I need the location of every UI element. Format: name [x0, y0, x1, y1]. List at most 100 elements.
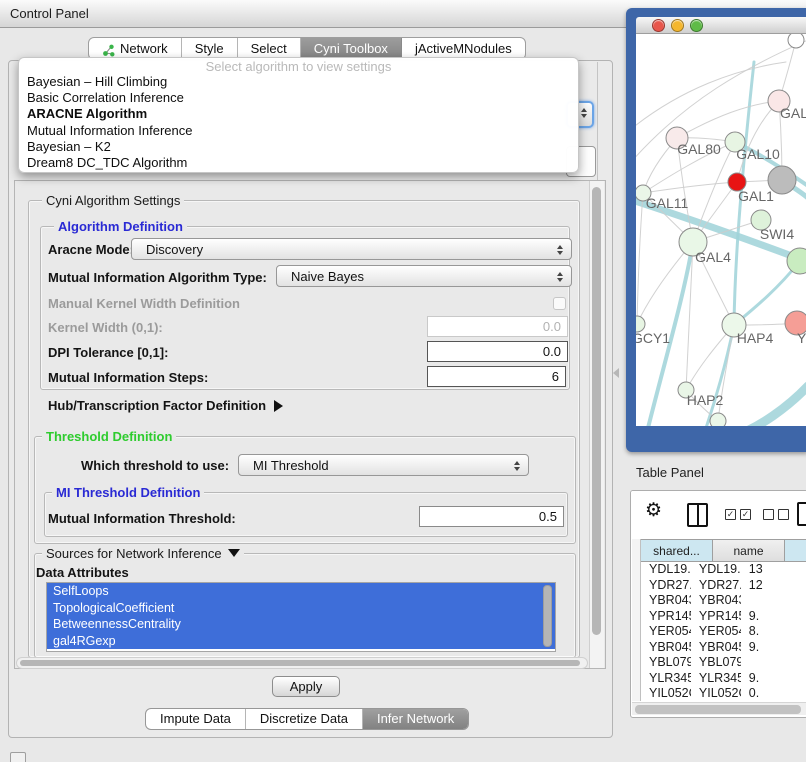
threshold-definition-title: Threshold Definition	[42, 429, 176, 444]
expanded-arrow-icon[interactable]	[228, 549, 240, 557]
table-cell: YBL079W	[641, 655, 691, 671]
unchecked-checkbox-icon[interactable]	[778, 509, 789, 520]
list-scrollbar-thumb[interactable]	[543, 585, 552, 647]
table-cell: YDL19...	[691, 562, 741, 578]
table-gutter	[632, 539, 641, 701]
table-row[interactable]: YBR043CYBR043C	[641, 593, 806, 609]
data-attribute-item[interactable]: BetweennessCentrality	[47, 616, 555, 633]
splitter-grip-icon[interactable]	[613, 368, 619, 378]
table-cell: YBR045C	[641, 640, 691, 656]
algorithm-option[interactable]: Bayesian – Hill Climbing	[19, 74, 578, 90]
dropdown-prompt: Select algorithm to view settings	[19, 60, 578, 74]
tab-impute-data[interactable]: Impute Data	[146, 709, 246, 729]
combo-spinner-icon	[580, 108, 588, 118]
node-label: GAL1	[738, 188, 774, 204]
mi-steps-label: Mutual Information Steps:	[48, 370, 208, 385]
table-toolbar: ⚙ ✓ ✓	[631, 491, 806, 539]
aracne-mode-combo[interactable]: Discovery	[131, 238, 572, 260]
table-row[interactable]: YIL052CYIL052C0.	[641, 686, 806, 701]
tab-cyni-toolbox[interactable]: Cyni Toolbox	[301, 38, 402, 59]
horizontal-scrollbar[interactable]	[16, 657, 588, 669]
table-cell: YDR27...	[691, 578, 741, 594]
table-cell: YPR145W	[691, 609, 741, 625]
close-traffic-light[interactable]	[652, 19, 665, 32]
dpi-tolerance-label: DPI Tolerance [0,1]:	[48, 345, 168, 360]
tab-jactivemnodules[interactable]: jActiveMNodules	[402, 38, 525, 59]
node-label: HAP4	[737, 330, 774, 346]
hub-section-toggle[interactable]: Hub/Transcription Factor Definition	[48, 398, 283, 413]
checked-checkbox-icon[interactable]: ✓	[725, 509, 736, 520]
mi-steps-field[interactable]: 6	[427, 366, 566, 387]
algorithm-option[interactable]: Bayesian – K2	[19, 139, 578, 155]
vertical-scrollbar-thumb[interactable]	[592, 187, 601, 635]
table-row[interactable]: YDR27...YDR27...12	[641, 578, 806, 594]
tab-style[interactable]: Style	[182, 38, 238, 59]
table-row[interactable]: YLR345WYLR345W9.	[641, 671, 806, 687]
node-label: GAL80	[677, 141, 721, 157]
table-cell: 9.	[741, 671, 806, 687]
apply-button[interactable]: Apply	[272, 676, 340, 697]
table-cell: 8.	[741, 624, 806, 640]
table-row[interactable]: YER054CYER054C8.	[641, 624, 806, 640]
tab-network[interactable]: Network	[89, 38, 182, 59]
table-row[interactable]: YPR145WYPR145W9.	[641, 609, 806, 625]
combo-spinner-icon	[556, 272, 564, 282]
network-edge[interactable]	[740, 386, 806, 426]
gear-icon[interactable]: ⚙	[645, 499, 662, 522]
column-header[interactable]: name	[713, 539, 785, 562]
table-cell: 9.	[741, 609, 806, 625]
network-edge[interactable]	[637, 193, 643, 324]
algorithm-option[interactable]: ARACNE Algorithm	[19, 106, 578, 122]
tab-infer-network[interactable]: Infer Network	[363, 709, 468, 729]
unchecked-checkbox-icon[interactable]	[763, 509, 774, 520]
which-threshold-combo[interactable]: MI Threshold	[238, 454, 529, 476]
data-attributes-list[interactable]: SelfLoopsTopologicalCoefficientBetweenne…	[46, 582, 556, 652]
table-hscroll-thumb[interactable]	[635, 705, 801, 714]
tab-discretize-data[interactable]: Discretize Data	[246, 709, 363, 729]
table-row[interactable]: YDL19...YDL19...13	[641, 562, 806, 578]
table-cell: YBR045C	[691, 640, 741, 656]
document-icon[interactable]	[797, 502, 806, 526]
dpi-tolerance-field[interactable]: 0.0	[427, 341, 568, 362]
minimize-traffic-light[interactable]	[671, 19, 684, 32]
horizontal-scrollbar-thumb[interactable]	[20, 660, 580, 666]
data-attribute-item[interactable]: TopologicalCoefficient	[47, 600, 555, 617]
tab-select[interactable]: Select	[238, 38, 301, 59]
network-node[interactable]	[710, 413, 726, 426]
network-window-titlebar[interactable]	[636, 17, 806, 34]
node-label: GCY1	[636, 330, 670, 346]
table-row[interactable]: YBL079WYBL079W	[641, 655, 806, 671]
algorithm-definition-title: Algorithm Definition	[54, 219, 187, 234]
sources-toggle[interactable]: Sources for Network Inference	[42, 546, 244, 561]
network-canvas[interactable]: GALGAL80GAL10GAL11GAL1SWI4GAL4GCY1HAP4YH…	[636, 34, 806, 426]
mi-threshold-field[interactable]: 0.5	[419, 506, 564, 527]
minimized-panel-icon[interactable]	[10, 752, 26, 762]
algorithm-option[interactable]: Mutual Information Inference	[19, 123, 578, 139]
table-row[interactable]: YBR045CYBR045C9.	[641, 640, 806, 656]
table-cell: YIL052C	[691, 686, 741, 701]
node-label: GAL10	[736, 146, 780, 162]
combo-spinner-icon	[513, 461, 521, 471]
mi-algorithm-type-combo[interactable]: Naive Bayes	[276, 265, 572, 287]
table-horizontal-scrollbar[interactable]	[632, 702, 806, 715]
network-edge[interactable]	[706, 325, 734, 426]
algorithm-dropdown-popup: Select algorithm to view settings Bayesi…	[18, 57, 579, 173]
network-node[interactable]	[788, 34, 804, 48]
kernel-width-label: Kernel Width (0,1):	[48, 320, 163, 335]
split-panes-icon[interactable]	[687, 503, 708, 527]
zoom-traffic-light[interactable]	[690, 19, 703, 32]
collapsed-arrow-icon[interactable]	[274, 400, 283, 412]
node-label: Y	[797, 330, 806, 346]
data-attribute-item[interactable]: SelfLoops	[47, 583, 555, 600]
table-cell: YER054C	[691, 624, 741, 640]
checked-checkbox-icon[interactable]: ✓	[740, 509, 751, 520]
algorithm-option[interactable]: Basic Correlation Inference	[19, 90, 578, 106]
tab-label: Network	[120, 38, 168, 59]
algorithm-option[interactable]: Dream8 DC_TDC Algorithm	[19, 155, 578, 171]
which-threshold-label: Which threshold to use:	[81, 458, 229, 473]
column-header[interactable]: shared...	[641, 539, 713, 562]
table-cell: YLR345W	[641, 671, 691, 687]
network-view-window[interactable]: GALGAL80GAL10GAL11GAL1SWI4GAL4GCY1HAP4YH…	[626, 8, 806, 452]
column-header[interactable]: A	[785, 539, 806, 562]
data-attribute-item[interactable]: gal4RGexp	[47, 633, 555, 650]
